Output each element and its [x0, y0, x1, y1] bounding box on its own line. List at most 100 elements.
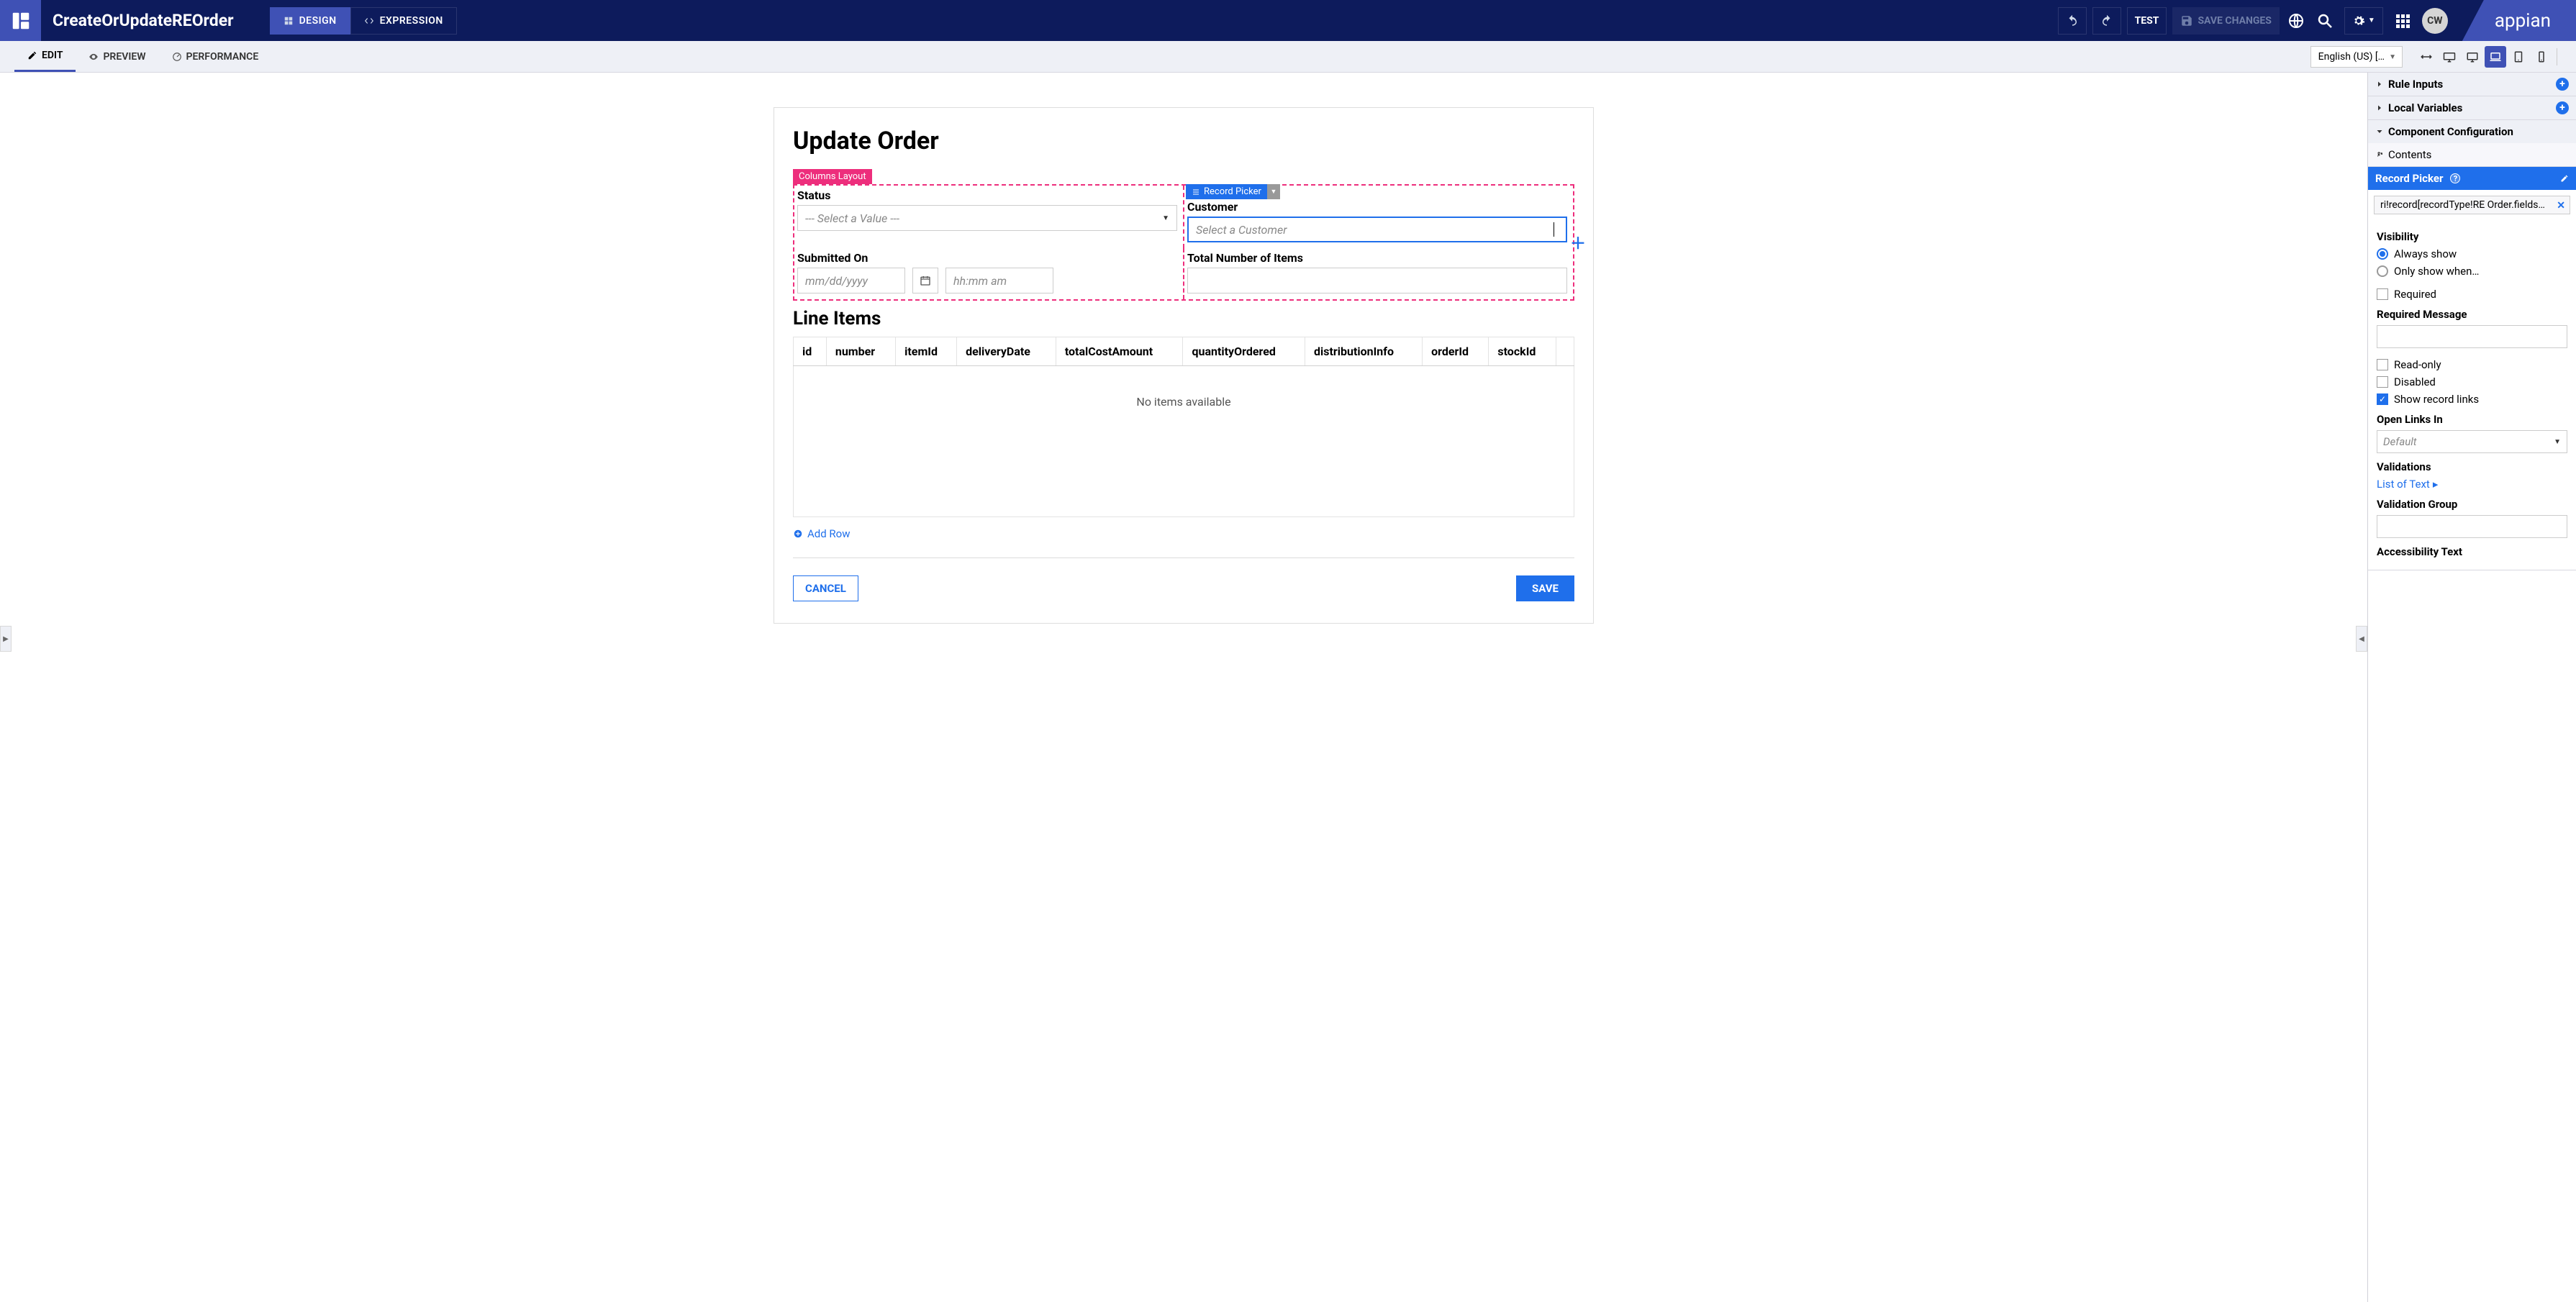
- settings-menu[interactable]: ▼: [2344, 7, 2383, 35]
- visibility-onlywhen-radio[interactable]: Only show when…: [2377, 265, 2567, 278]
- always-show-label: Always show: [2394, 247, 2457, 260]
- add-row-link[interactable]: Add Row: [793, 517, 1574, 540]
- tablet-icon[interactable]: [2508, 46, 2529, 68]
- col-orderid[interactable]: orderId: [1423, 337, 1489, 366]
- language-value: English (US) […: [2318, 51, 2385, 63]
- tab-preview[interactable]: PREVIEW: [76, 41, 158, 72]
- globe-icon[interactable]: [2287, 12, 2305, 30]
- time-placeholder: hh:mm am: [953, 274, 1007, 288]
- col-totalcost[interactable]: totalCostAmount: [1056, 337, 1183, 366]
- readonly-checkbox[interactable]: Read-only: [2377, 358, 2567, 371]
- required-checkbox[interactable]: Required: [2377, 288, 2567, 301]
- customer-label: Customer: [1187, 200, 1567, 214]
- disabled-label: Disabled: [2394, 375, 2436, 388]
- tab-design[interactable]: DESIGN: [270, 7, 350, 35]
- time-input[interactable]: hh:mm am: [945, 268, 1053, 293]
- required-msg-input[interactable]: [2377, 325, 2567, 348]
- status-select[interactable]: --- Select a Value ---: [797, 205, 1177, 231]
- laptop-icon[interactable]: [2485, 46, 2506, 68]
- readonly-label: Read-only: [2394, 358, 2441, 371]
- date-input[interactable]: mm/dd/yyyy: [797, 268, 905, 293]
- add-row-label: Add Row: [807, 527, 851, 540]
- line-items-title: Line Items: [793, 308, 1574, 329]
- col-number[interactable]: number: [826, 337, 895, 366]
- test-button[interactable]: TEST: [2127, 7, 2167, 35]
- tab-preview-label: PREVIEW: [103, 51, 145, 63]
- show-record-links-checkbox[interactable]: ✓Show record links: [2377, 393, 2567, 406]
- clear-chip-icon[interactable]: ✕: [2557, 200, 2565, 211]
- col-deliverydate[interactable]: deliveryDate: [957, 337, 1056, 366]
- columns-layout-tag[interactable]: Columns Layout: [793, 169, 872, 184]
- contents-label: Contents: [2388, 148, 2431, 161]
- mode-tabs: DESIGN EXPRESSION: [270, 7, 457, 35]
- tab-performance[interactable]: PERFORMANCE: [159, 41, 272, 72]
- viewport-icons: [2416, 41, 2552, 72]
- visibility-always-radio[interactable]: Always show: [2377, 247, 2567, 260]
- apps-grid-icon[interactable]: [2393, 12, 2412, 30]
- open-links-select[interactable]: Default: [2377, 430, 2567, 453]
- secondary-bar: EDIT PREVIEW PERFORMANCE English (US) […: [0, 41, 2576, 73]
- columns-layout-selection[interactable]: ＋ Status --- Select a Value --- Record P…: [793, 184, 1574, 301]
- header-tools: TEST SAVE CHANGES: [2058, 7, 2280, 35]
- component-config-label: Component Configuration: [2388, 125, 2513, 138]
- no-items-msg: No items available: [794, 366, 1574, 517]
- save-changes-label: SAVE CHANGES: [2198, 15, 2271, 27]
- form-title: Update Order: [793, 127, 1574, 155]
- left-panel-collapse-handle[interactable]: ▶: [0, 626, 12, 652]
- total-items-label: Total Number of Items: [1187, 251, 1567, 265]
- desktop-wide-icon[interactable]: [2439, 46, 2460, 68]
- col-stockid[interactable]: stockId: [1489, 337, 1556, 366]
- validation-group-input[interactable]: [2377, 515, 2567, 538]
- help-icon[interactable]: ?: [2450, 173, 2460, 183]
- contents-row[interactable]: Contents: [2368, 143, 2576, 167]
- record-picker-selected-header[interactable]: Record Picker ?: [2368, 167, 2576, 190]
- list-of-text-link[interactable]: List of Text▸: [2377, 478, 2567, 491]
- show-links-label: Show record links: [2394, 393, 2479, 406]
- header-icons-right: ▼ CW: [2287, 7, 2448, 35]
- status-placeholder: --- Select a Value ---: [805, 211, 899, 225]
- rule-inputs-label: Rule Inputs: [2388, 78, 2443, 91]
- col-id[interactable]: id: [794, 337, 827, 366]
- rule-inputs-header[interactable]: Rule Inputs +: [2368, 73, 2576, 96]
- chip-text: ri!record[recordType!RE Order.fields…: [2380, 199, 2545, 211]
- redo-button[interactable]: [2092, 7, 2121, 35]
- tab-edit[interactable]: EDIT: [14, 41, 76, 72]
- component-config-header[interactable]: Component Configuration: [2368, 120, 2576, 143]
- language-selector[interactable]: English (US) […: [2310, 46, 2403, 68]
- status-label: Status: [797, 188, 1177, 202]
- record-picker-tag-dropdown[interactable]: ▼: [1267, 184, 1280, 199]
- cancel-button[interactable]: CANCEL: [793, 575, 858, 601]
- value-expression-chip[interactable]: ri!record[recordType!RE Order.fields… ✕: [2374, 196, 2570, 214]
- add-local-var-icon[interactable]: +: [2556, 101, 2569, 114]
- phone-icon[interactable]: [2531, 46, 2552, 68]
- col-itemid[interactable]: itemId: [896, 337, 957, 366]
- right-panel-collapse-handle[interactable]: ◀: [2356, 626, 2367, 652]
- user-avatar[interactable]: CW: [2422, 8, 2448, 34]
- calendar-icon[interactable]: [912, 268, 938, 293]
- fit-width-icon[interactable]: [2416, 46, 2437, 68]
- disabled-checkbox[interactable]: Disabled: [2377, 375, 2567, 388]
- app-logo-icon[interactable]: [0, 0, 41, 41]
- search-icon[interactable]: [2316, 12, 2334, 30]
- col-quantity[interactable]: quantityOrdered: [1183, 337, 1305, 366]
- local-variables-header[interactable]: Local Variables +: [2368, 96, 2576, 119]
- col-distribution[interactable]: distributionInfo: [1305, 337, 1423, 366]
- record-picker-tag[interactable]: Record Picker: [1186, 184, 1267, 199]
- required-label: Required: [2394, 288, 2436, 301]
- right-panel: Rule Inputs + Local Variables + Componen…: [2367, 73, 2576, 1302]
- local-variables-label: Local Variables: [2388, 101, 2462, 114]
- customer-record-picker[interactable]: Select a Customer: [1187, 217, 1567, 242]
- appian-logo: appian: [2462, 0, 2576, 41]
- save-changes-button[interactable]: SAVE CHANGES: [2172, 7, 2279, 35]
- desktop-icon[interactable]: [2462, 46, 2483, 68]
- add-rule-input-icon[interactable]: +: [2556, 78, 2569, 91]
- form-canvas: Update Order Columns Layout ＋ Status ---…: [774, 107, 1594, 624]
- undo-button[interactable]: [2058, 7, 2087, 35]
- tab-expression[interactable]: EXPRESSION: [350, 7, 457, 35]
- validations-label: Validations: [2377, 460, 2567, 473]
- open-links-label: Open Links In: [2377, 413, 2567, 426]
- edit-expression-icon[interactable]: [2560, 174, 2569, 183]
- object-title: CreateOrUpdateREOrder: [53, 11, 234, 30]
- total-items-input[interactable]: [1187, 268, 1567, 293]
- save-button[interactable]: SAVE: [1516, 575, 1574, 601]
